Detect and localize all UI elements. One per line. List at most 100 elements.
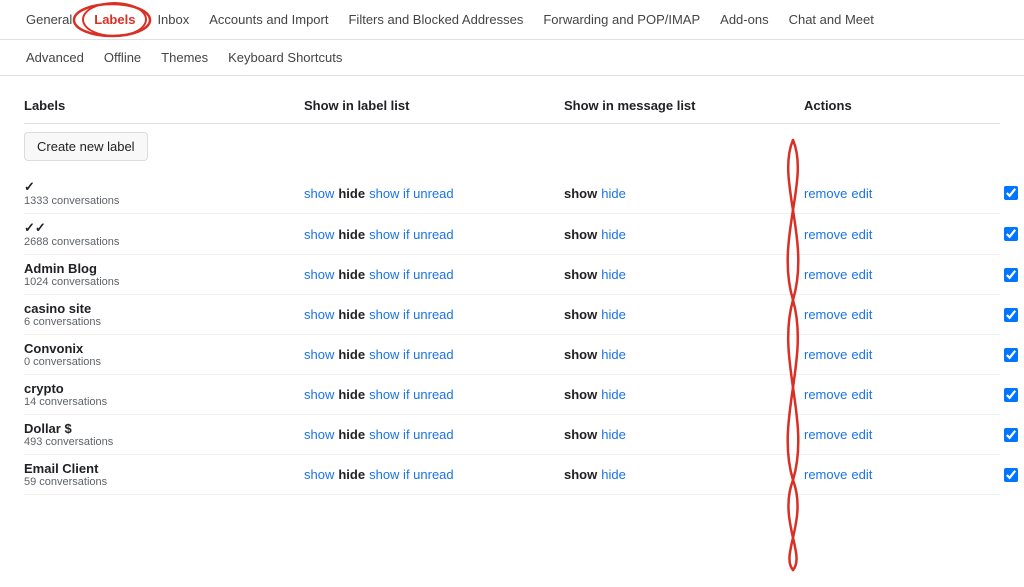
imap-checkbox[interactable] bbox=[1004, 186, 1018, 200]
nav-accounts[interactable]: Accounts and Import bbox=[199, 0, 338, 39]
edit-link[interactable]: edit bbox=[851, 186, 872, 201]
main-content: Labels Show in label list Show in messag… bbox=[0, 76, 1024, 511]
remove-link[interactable]: remove bbox=[804, 427, 847, 442]
show-link[interactable]: show bbox=[304, 227, 334, 242]
hide-link[interactable]: hide bbox=[601, 307, 626, 322]
label-name-cell: Email Client 59 conversations bbox=[24, 461, 304, 488]
nav-chat[interactable]: Chat and Meet bbox=[779, 0, 884, 39]
label-list-actions: show hide show if unread bbox=[304, 427, 564, 442]
remove-link[interactable]: remove bbox=[804, 186, 847, 201]
col-labels: Labels bbox=[24, 98, 304, 113]
hide-link[interactable]: hide bbox=[601, 427, 626, 442]
edit-link[interactable]: edit bbox=[851, 347, 872, 362]
remove-link[interactable]: remove bbox=[804, 307, 847, 322]
hide-link[interactable]: hide bbox=[601, 467, 626, 482]
show-if-unread-link[interactable]: show if unread bbox=[369, 267, 454, 282]
remove-link[interactable]: remove bbox=[804, 267, 847, 282]
actions-cell: remove edit bbox=[804, 186, 1004, 201]
imap-cell: Show in IMAP bbox=[1004, 387, 1024, 402]
label-list-actions: show hide show if unread bbox=[304, 307, 564, 322]
show-link[interactable]: show bbox=[304, 347, 334, 362]
hide-bold: hide bbox=[338, 227, 365, 242]
show-if-unread-link[interactable]: show if unread bbox=[369, 467, 454, 482]
table-row: Admin Blog 1024 conversations show hide … bbox=[24, 255, 1000, 295]
table-row: ✓ 1333 conversations show hide show if u… bbox=[24, 173, 1000, 214]
imap-cell: Show in IMAP bbox=[1004, 227, 1024, 242]
remove-link[interactable]: remove bbox=[804, 347, 847, 362]
nav-themes[interactable]: Themes bbox=[151, 40, 218, 75]
hide-link[interactable]: hide bbox=[601, 227, 626, 242]
nav-filters[interactable]: Filters and Blocked Addresses bbox=[338, 0, 533, 39]
message-list-actions: show hide bbox=[564, 347, 804, 362]
col-label-list: Show in label list bbox=[304, 98, 564, 113]
imap-cell: Show in IMAP bbox=[1004, 347, 1024, 362]
hide-link[interactable]: hide bbox=[601, 186, 626, 201]
actions-cell: remove edit bbox=[804, 387, 1004, 402]
imap-checkbox[interactable] bbox=[1004, 308, 1018, 322]
edit-link[interactable]: edit bbox=[851, 227, 872, 242]
col-actions: Actions bbox=[804, 98, 1004, 113]
show-bold: show bbox=[564, 307, 597, 322]
label-list-actions: show hide show if unread bbox=[304, 186, 564, 201]
imap-checkbox[interactable] bbox=[1004, 388, 1018, 402]
show-if-unread-link[interactable]: show if unread bbox=[369, 186, 454, 201]
actions-cell: remove edit bbox=[804, 267, 1004, 282]
imap-checkbox[interactable] bbox=[1004, 428, 1018, 442]
nav-general[interactable]: General bbox=[16, 0, 82, 39]
show-link[interactable]: show bbox=[304, 387, 334, 402]
edit-link[interactable]: edit bbox=[851, 467, 872, 482]
actions-cell: remove edit bbox=[804, 467, 1004, 482]
show-link[interactable]: show bbox=[304, 307, 334, 322]
label-name-cell: Dollar $ 493 conversations bbox=[24, 421, 304, 448]
hide-link[interactable]: hide bbox=[601, 347, 626, 362]
nav-addons[interactable]: Add-ons bbox=[710, 0, 778, 39]
nav-inbox[interactable]: Inbox bbox=[147, 0, 199, 39]
imap-cell: Show in IMAP bbox=[1004, 467, 1024, 482]
imap-checkbox[interactable] bbox=[1004, 268, 1018, 282]
top-nav: General Labels Inbox Accounts and Import… bbox=[0, 0, 1024, 40]
hide-link[interactable]: hide bbox=[601, 267, 626, 282]
imap-checkbox[interactable] bbox=[1004, 348, 1018, 362]
show-bold: show bbox=[564, 347, 597, 362]
show-if-unread-link[interactable]: show if unread bbox=[369, 227, 454, 242]
remove-link[interactable]: remove bbox=[804, 227, 847, 242]
imap-checkbox[interactable] bbox=[1004, 227, 1018, 241]
imap-cell: Show in IMAP bbox=[1004, 427, 1024, 442]
imap-checkbox[interactable] bbox=[1004, 468, 1018, 482]
remove-link[interactable]: remove bbox=[804, 387, 847, 402]
nav-forwarding[interactable]: Forwarding and POP/IMAP bbox=[533, 0, 710, 39]
table-row: crypto 14 conversations show hide show i… bbox=[24, 375, 1000, 415]
nav-labels[interactable]: Labels bbox=[82, 2, 147, 37]
show-link[interactable]: show bbox=[304, 186, 334, 201]
show-bold: show bbox=[564, 467, 597, 482]
hide-bold: hide bbox=[338, 267, 365, 282]
edit-link[interactable]: edit bbox=[851, 307, 872, 322]
nav-advanced[interactable]: Advanced bbox=[16, 40, 94, 75]
show-link[interactable]: show bbox=[304, 267, 334, 282]
edit-link[interactable]: edit bbox=[851, 267, 872, 282]
actions-cell: remove edit bbox=[804, 347, 1004, 362]
table-header: Labels Show in label list Show in messag… bbox=[24, 92, 1000, 124]
show-if-unread-link[interactable]: show if unread bbox=[369, 387, 454, 402]
edit-link[interactable]: edit bbox=[851, 427, 872, 442]
show-if-unread-link[interactable]: show if unread bbox=[369, 427, 454, 442]
message-list-actions: show hide bbox=[564, 267, 804, 282]
show-bold: show bbox=[564, 186, 597, 201]
show-link[interactable]: show bbox=[304, 427, 334, 442]
message-list-actions: show hide bbox=[564, 186, 804, 201]
message-list-actions: show hide bbox=[564, 387, 804, 402]
actions-cell: remove edit bbox=[804, 427, 1004, 442]
remove-link[interactable]: remove bbox=[804, 467, 847, 482]
col-message-list: Show in message list bbox=[564, 98, 804, 113]
message-list-actions: show hide bbox=[564, 307, 804, 322]
message-list-actions: show hide bbox=[564, 467, 804, 482]
hide-link[interactable]: hide bbox=[601, 387, 626, 402]
show-link[interactable]: show bbox=[304, 467, 334, 482]
nav-keyboard[interactable]: Keyboard Shortcuts bbox=[218, 40, 352, 75]
show-if-unread-link[interactable]: show if unread bbox=[369, 307, 454, 322]
create-label-button[interactable]: Create new label bbox=[24, 132, 148, 161]
nav-offline[interactable]: Offline bbox=[94, 40, 151, 75]
show-if-unread-link[interactable]: show if unread bbox=[369, 347, 454, 362]
edit-link[interactable]: edit bbox=[851, 387, 872, 402]
hide-bold: hide bbox=[338, 186, 365, 201]
